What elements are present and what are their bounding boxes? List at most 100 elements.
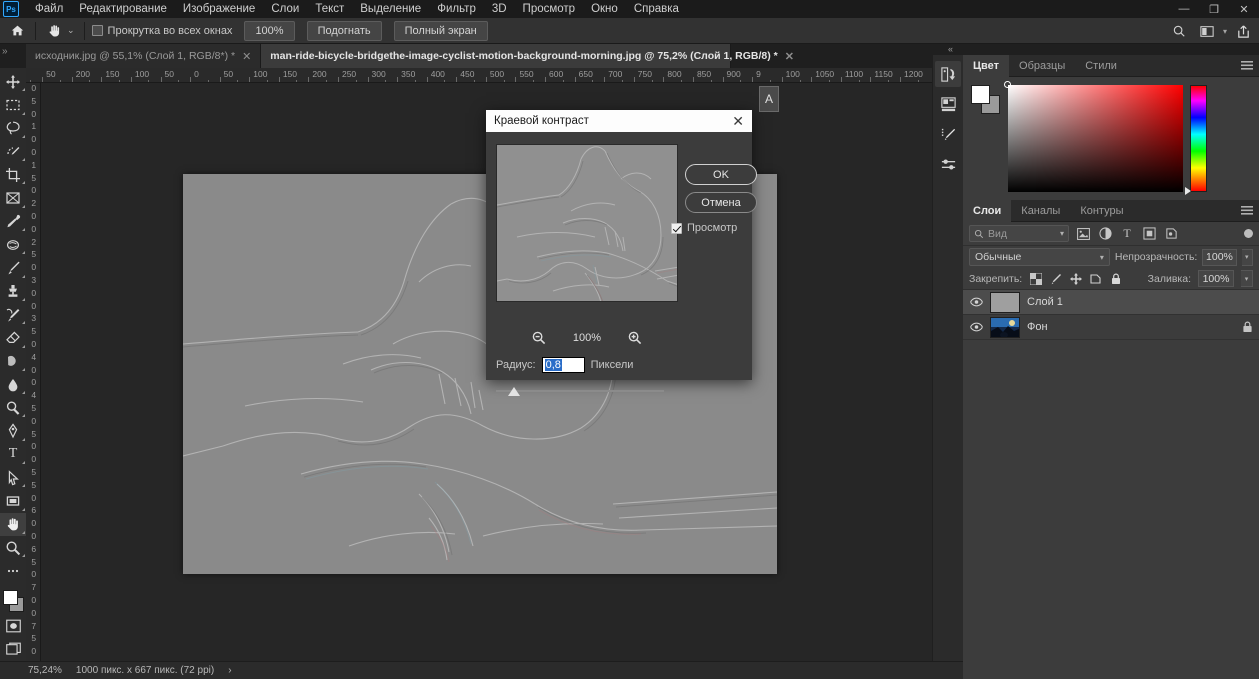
workspace-caret-icon[interactable]: ▾ [1223,27,1227,36]
panel-menu-icon[interactable] [1241,205,1253,216]
menu-item-3[interactable]: Слои [263,0,307,18]
history-brush-tool-icon[interactable] [0,303,26,326]
hand-tool-icon[interactable] [41,19,67,43]
document-tab-0[interactable]: исходник.jpg @ 55,1% (Слой 1, RGB/8*) * ✕ [26,44,262,68]
fill-input[interactable]: 100% [1198,270,1234,287]
healing-brush-tool-icon[interactable] [0,233,26,256]
menu-item-7[interactable]: 3D [484,0,515,18]
tool-preset-caret-icon[interactable]: ⌄ [67,25,75,36]
lock-all-icon[interactable] [1109,272,1122,285]
workspace-icon[interactable] [1195,20,1219,42]
toolbar-foreground-swatch[interactable] [3,589,18,605]
menu-item-10[interactable]: Справка [626,0,687,18]
screen-mode-icon[interactable] [0,638,26,661]
color-field-marker[interactable] [1004,81,1011,88]
menu-item-9[interactable]: Окно [583,0,626,18]
foreground-color-swatch[interactable] [971,85,990,104]
layer-filter-select[interactable]: Вид ▾ [969,225,1069,242]
path-selection-tool-icon[interactable] [0,466,26,489]
history-panel-icon[interactable] [935,61,961,87]
restore-button[interactable]: ❐ [1199,0,1229,18]
minimize-button[interactable]: — [1169,0,1199,18]
quick-mask-icon[interactable] [0,614,26,637]
close-icon[interactable]: ✕ [732,114,744,128]
menu-item-8[interactable]: Просмотр [515,0,584,18]
opacity-stepper[interactable]: ▾ [1241,248,1253,266]
document-tab-1[interactable]: man-ride-bicycle-bridgethe-image-cyclist… [261,44,794,68]
brush-tool-icon[interactable] [0,256,26,279]
lock-transparent-icon[interactable] [1029,272,1042,285]
dodge-tool-icon[interactable] [0,396,26,419]
layer-thumbnail[interactable] [990,291,1020,313]
more-tools-icon[interactable] [0,559,26,582]
lock-artboard-icon[interactable] [1089,272,1102,285]
zoom-100-button[interactable]: 100% [244,20,295,41]
eye-icon[interactable] [969,297,983,307]
status-expand-arrow-icon[interactable]: › [228,665,231,676]
eraser-tool-icon[interactable] [0,326,26,349]
menu-item-2[interactable]: Изображение [175,0,263,18]
panel-tab-каналы[interactable]: Каналы [1011,200,1070,222]
blur-tool-icon[interactable] [0,373,26,396]
lasso-tool-icon[interactable] [0,117,26,140]
panel-tab-образцы[interactable]: Образцы [1009,55,1075,77]
hand-tool-icon[interactable] [0,512,26,536]
hue-slider-marker[interactable] [1185,187,1191,195]
preview-checkbox[interactable]: Просмотр [671,222,737,234]
fit-screen-button[interactable]: Подогнать [306,20,382,41]
frame-tool-icon[interactable] [0,186,26,209]
close-icon[interactable]: ✕ [242,50,251,63]
panel-tab-стили[interactable]: Стили [1075,55,1127,77]
chevron-down-icon[interactable]: ▾ [1100,253,1104,262]
adjustments-icon[interactable] [935,151,961,177]
tab-dock-arrow-icon[interactable]: » [2,46,8,57]
layer-row[interactable]: Фон [963,315,1259,340]
menu-item-1[interactable]: Редактирование [71,0,175,18]
cancel-button[interactable]: Отмена [685,192,757,213]
scroll-all-windows-checkbox[interactable]: Прокрутка во всех окнах [91,25,232,37]
shape-tool-icon[interactable] [0,489,26,512]
libraries-panel-icon[interactable] [935,91,961,117]
blend-mode-select[interactable]: Обычные ▾ [969,248,1110,266]
layer-thumbnail[interactable] [990,316,1020,338]
pen-tool-icon[interactable] [0,419,26,442]
zoom-tool-icon[interactable] [0,536,26,559]
lock-image-icon[interactable] [1049,272,1062,285]
panel-tab-цвет[interactable]: Цвет [963,54,1010,77]
eyedropper-tool-icon[interactable] [0,210,26,233]
panel-menu-icon[interactable] [1241,60,1253,71]
fill-stepper[interactable]: ▾ [1241,270,1253,287]
zoom-out-icon[interactable] [531,330,547,346]
opacity-input[interactable]: 100% [1202,248,1237,266]
layer-row[interactable]: Слой 1 [963,290,1259,315]
home-icon[interactable] [4,19,30,43]
horizontal-ruler[interactable]: 50 200 150 100 50 0 50 100 150 200 250 300 350 400 450… [26,68,932,83]
zoom-in-icon[interactable] [627,330,643,346]
search-icon[interactable] [1167,20,1191,42]
pixel-filter-icon[interactable] [1075,226,1091,242]
hue-slider[interactable] [1185,85,1207,195]
color-field[interactable] [1004,81,1183,192]
lock-position-icon[interactable] [1069,272,1082,285]
toolbar-color-swatches[interactable] [0,587,26,615]
chevron-down-icon[interactable]: ▾ [1060,229,1064,238]
menu-item-0[interactable]: Файл [27,0,71,18]
move-tool-icon[interactable] [0,70,26,93]
radius-input[interactable]: 0,8 [541,357,585,373]
full-screen-button[interactable]: Полный экран [393,20,488,41]
adjustment-filter-icon[interactable] [1097,226,1113,242]
shape-filter-icon[interactable] [1141,226,1157,242]
marquee-tool-icon[interactable] [0,93,26,116]
gradient-tool-icon[interactable] [0,350,26,373]
menu-item-6[interactable]: Фильтр [429,0,484,18]
panel-tab-контуры[interactable]: Контуры [1070,200,1133,222]
smart-object-filter-icon[interactable] [1163,226,1179,242]
floating-type-tool-tag[interactable]: A [759,86,779,112]
quick-selection-tool-icon[interactable] [0,140,26,163]
vertical-ruler[interactable]: 0 5 0 1 0 0 1 5 0 2 0 0 2 5 0 3 0 0 3 5 0 4 0 0 4 5 0 5 0 0 5 5 0 6 0 0 6 5 0 7… [26,83,41,661]
color-swatches[interactable] [971,85,1001,114]
panel-tab-слои[interactable]: Слои [963,199,1012,222]
close-icon[interactable]: ✕ [785,50,794,63]
filter-toggle-switch[interactable] [1244,229,1253,238]
ok-button[interactable]: OK [685,164,757,185]
